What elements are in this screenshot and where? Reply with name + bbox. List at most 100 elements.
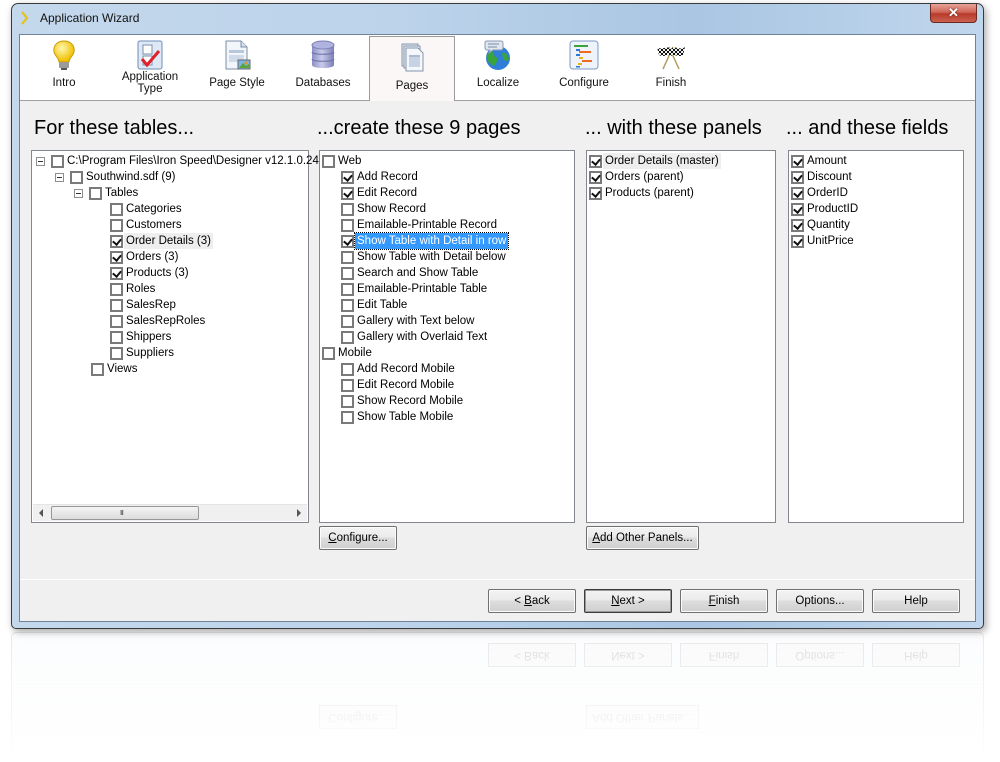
checkbox[interactable] [341,283,354,296]
step-tab-databases[interactable]: Databases [280,35,366,101]
options-button[interactable]: Options... [776,589,864,613]
checkbox[interactable] [341,219,354,232]
step-tab-intro[interactable]: Intro [21,35,107,101]
configure-button[interactable]: Configure... [319,526,397,550]
checkbox[interactable] [791,155,804,168]
checkbox[interactable] [110,267,123,280]
checkbox[interactable] [791,171,804,184]
pages-list[interactable]: Web Add Record Edit Record Show Record Email… [319,150,575,523]
checkbox[interactable] [791,219,804,232]
checkbox[interactable] [341,363,354,376]
checkbox[interactable] [341,203,354,216]
checkbox[interactable] [110,219,123,232]
database-icon [307,39,339,71]
panels-heading: ... with these panels [585,117,762,139]
panels-list[interactable]: Order Details (master) Orders (parent) Pro… [586,150,776,523]
step-tab-localize[interactable]: Localize [455,35,541,101]
title-bar[interactable]: Application Wizard ✕ [12,4,983,32]
globe-icon [482,39,514,71]
checkbox[interactable] [589,155,602,168]
next-button[interactable]: Next > [584,589,672,613]
collapse-icon[interactable] [74,189,83,198]
close-button[interactable]: ✕ [930,4,977,23]
item-label: Roles [126,283,156,295]
tables-heading: For these tables... [34,117,195,139]
checkbox[interactable] [791,203,804,216]
item-label: Edit Record Mobile [357,379,455,391]
item-label: Show Record Mobile [357,395,464,407]
checkbox[interactable] [110,251,123,264]
checkbox[interactable] [341,299,354,312]
checkbox[interactable] [110,331,123,344]
finish-button[interactable]: Finish [680,589,768,613]
checkbox[interactable] [341,187,354,200]
item-label: Views [107,363,138,375]
collapse-icon[interactable] [36,157,45,166]
checkbox[interactable] [341,315,354,328]
checkbox[interactable] [341,267,354,280]
checklist-icon [134,39,166,71]
scroll-left-arrow-icon[interactable] [39,509,43,517]
tables-horizontal-scrollbar[interactable]: III [33,504,307,521]
item-label: Search and Show Table [357,267,479,279]
checkbox[interactable] [341,251,354,264]
checkbox[interactable] [110,299,123,312]
step-tab-application-type[interactable]: Application Type [107,35,193,101]
checkbox[interactable] [110,235,123,248]
tables-tree[interactable]: III C:\Program Files\Iron Speed\Designer… [31,150,322,523]
options-button-label: Options... [795,595,845,607]
step-tab-finish[interactable]: Finish [628,35,714,101]
checkbox[interactable] [341,171,354,184]
checkbox[interactable] [341,395,354,408]
checkbox[interactable] [791,235,804,248]
item-label: Show Table with Detail in row [353,232,510,250]
add-other-panels-button[interactable]: Add Other Panels... [586,526,699,550]
checkbox[interactable] [110,347,123,360]
checkbox[interactable] [110,203,123,216]
step-label: Page Style [209,77,265,89]
checkbox[interactable] [341,331,354,344]
scroll-thumb[interactable]: III [51,506,199,520]
checkbox[interactable] [341,379,354,392]
wizard-steps-toolbar: Intro Application Type Page Style Databases P… [20,35,975,101]
checkbox[interactable] [51,155,64,168]
checkbox[interactable] [322,155,335,168]
checkbox[interactable] [322,347,335,360]
item-label: Add Record Mobile [357,363,455,375]
reflected-finish-button: Finish [680,643,768,667]
item-label: Add Record [357,171,418,183]
item-label: SalesRep [126,299,176,311]
checkbox[interactable] [91,363,104,376]
step-label: Configure [559,77,609,89]
checkbox[interactable] [589,187,602,200]
item-label: Edit Record [357,187,418,199]
checkbox[interactable] [110,283,123,296]
step-tab-page-style[interactable]: Page Style [194,35,280,101]
access-key: A [592,532,600,544]
item-label: Show Record [357,203,427,215]
step-label: Intro [52,77,76,89]
checkbox[interactable] [589,171,602,184]
item-label: Gallery with Text below [357,315,475,327]
item-label: UnitPrice [807,235,854,247]
step-tab-configure[interactable]: Configure [541,35,627,101]
item-label: Web [338,155,362,167]
checkbox[interactable] [341,235,354,248]
checkbox[interactable] [791,187,804,200]
fields-list[interactable]: Amount Discount OrderID ProductID Quantity Un… [788,150,964,523]
step-tab-pages[interactable]: Pages [369,36,455,101]
checkbox[interactable] [89,187,102,200]
app-wizard-icon [21,11,29,25]
item-label: Emailable-Printable Table [357,283,488,295]
checkbox[interactable] [70,171,83,184]
item-label: C:\Program Files\Iron Speed\Designer v12… [67,155,323,167]
checkbox[interactable] [341,411,354,424]
help-button[interactable]: Help [872,589,960,613]
pages-heading: ...create these 9 pages [317,117,521,139]
back-button[interactable]: < Back [488,589,576,613]
item-label: Orders (3) [126,251,179,263]
scroll-right-arrow-icon[interactable] [297,509,301,517]
collapse-icon[interactable] [55,173,64,182]
checkbox[interactable] [110,315,123,328]
item-label: Amount [807,155,847,167]
